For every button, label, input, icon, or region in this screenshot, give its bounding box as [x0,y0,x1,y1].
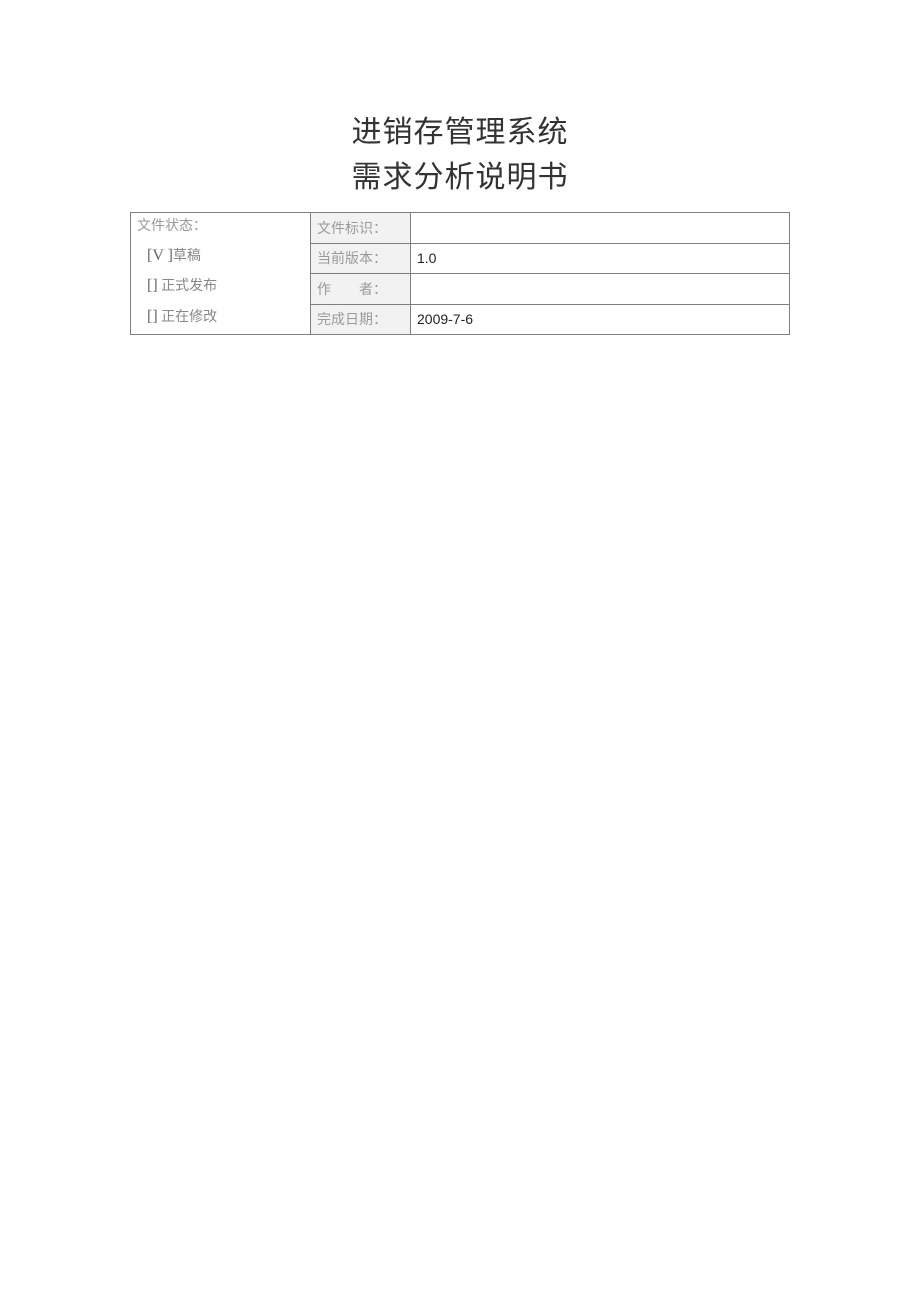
status-option-draft: [V ]草稿 [147,241,304,271]
metadata-table: 文件状态： [V ]草稿 [] 正式发布 [] 正在修改 文件标识： 当前版本：… [130,212,790,335]
status-option-release: [] 正式发布 [147,271,304,301]
file-status-options: [V ]草稿 [] 正式发布 [] 正在修改 [137,241,304,332]
document-page: 进销存管理系统 需求分析说明书 文件状态： [V ]草稿 [] 正式发布 [] … [0,0,920,335]
completion-date-label: 完成日期： [311,304,411,335]
status-mark: [] [147,308,158,325]
status-label: 正在修改 [161,310,217,325]
title-line-1: 进销存管理系统 [130,110,790,155]
status-label: 正式发布 [161,279,217,294]
status-mark: [] [147,277,158,294]
title-line-2: 需求分析说明书 [130,155,790,200]
status-label: 草稿 [173,249,201,264]
version-value: 1.0 [411,243,790,274]
status-option-modify: [] 正在修改 [147,302,304,332]
file-id-value [411,213,790,244]
author-value [411,274,790,305]
file-status-header: 文件状态： [137,215,304,235]
title-block: 进销存管理系统 需求分析说明书 [130,110,790,200]
file-id-label: 文件标识： [311,213,411,244]
version-label: 当前版本： [311,243,411,274]
author-label: 作者： [311,274,411,305]
status-mark: [V ] [147,247,173,264]
completion-date-value: 2009-7-6 [411,304,790,335]
file-status-cell: 文件状态： [V ]草稿 [] 正式发布 [] 正在修改 [131,213,311,335]
